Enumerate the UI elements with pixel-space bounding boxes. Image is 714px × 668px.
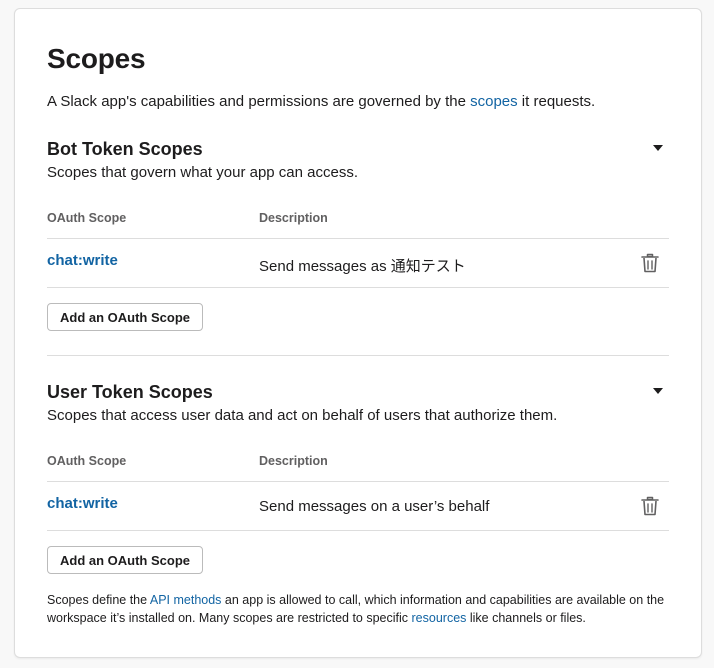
trash-icon[interactable] [641, 253, 659, 273]
intro-text: A Slack app's capabilities and permissio… [47, 93, 595, 110]
intro-prefix: A Slack app's capabilities and permissio… [47, 93, 471, 110]
section-divider [47, 355, 669, 356]
scope-name-link[interactable]: chat:write [47, 252, 118, 269]
bot-col-description: Description [259, 211, 328, 225]
scope-description: Send messages on a user’s behalf [259, 498, 490, 515]
user-section-title: User Token Scopes [47, 382, 213, 402]
resources-link[interactable]: resources [412, 611, 467, 625]
scopes-card: Scopes A Slack app's capabilities and pe… [14, 8, 702, 658]
api-methods-link[interactable]: API methods [150, 593, 222, 607]
footer-text-3: like channels or files. [466, 611, 586, 625]
scopes-link[interactable]: scopes [470, 93, 518, 110]
caret-down-icon [653, 388, 663, 394]
user-section-toggle[interactable] [651, 386, 665, 396]
bot-table-divider-bottom [47, 287, 669, 288]
table-row: chat:write Send messages on a user’s beh… [47, 482, 669, 530]
user-add-oauth-scope-button[interactable]: Add an OAuth Scope [47, 546, 203, 574]
bot-token-scopes-section: Bot Token Scopes Scopes that govern what… [47, 139, 669, 331]
caret-down-icon [653, 145, 663, 151]
scope-description: Send messages as 通知テスト [259, 258, 466, 275]
bot-section-subtitle: Scopes that govern what your app can acc… [47, 164, 359, 181]
user-table-divider-bottom [47, 530, 669, 531]
user-col-description: Description [259, 454, 328, 468]
bot-section-title: Bot Token Scopes [47, 139, 203, 159]
trash-icon[interactable] [641, 496, 659, 516]
table-row: chat:write Send messages as 通知テスト [47, 239, 669, 287]
intro-suffix: it requests. [517, 93, 596, 110]
bot-col-oauth-scope: OAuth Scope [47, 211, 127, 225]
footer-note: Scopes define the API methods an app is … [47, 591, 669, 627]
user-section-subtitle: Scopes that access user data and act on … [47, 407, 558, 424]
user-col-oauth-scope: OAuth Scope [47, 454, 127, 468]
footer-text-1: Scopes define the [47, 593, 150, 607]
scope-name-link[interactable]: chat:write [47, 495, 118, 512]
page-title: Scopes [47, 43, 146, 74]
bot-section-toggle[interactable] [651, 143, 665, 153]
user-token-scopes-section: User Token Scopes Scopes that access use… [47, 382, 669, 574]
bot-add-oauth-scope-button[interactable]: Add an OAuth Scope [47, 303, 203, 331]
